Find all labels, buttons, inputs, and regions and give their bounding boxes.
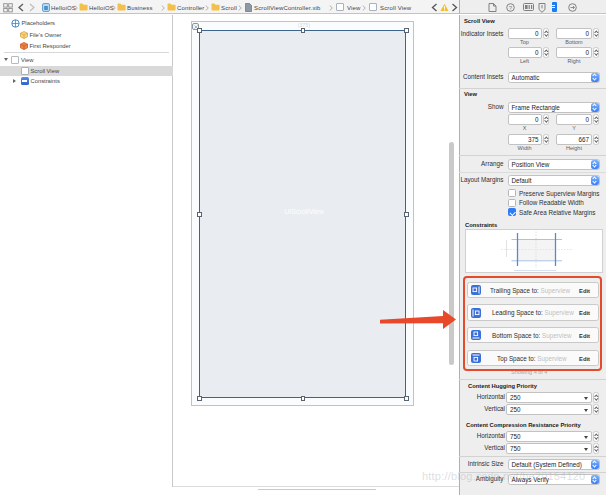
svg-text:?: ? — [509, 4, 513, 10]
